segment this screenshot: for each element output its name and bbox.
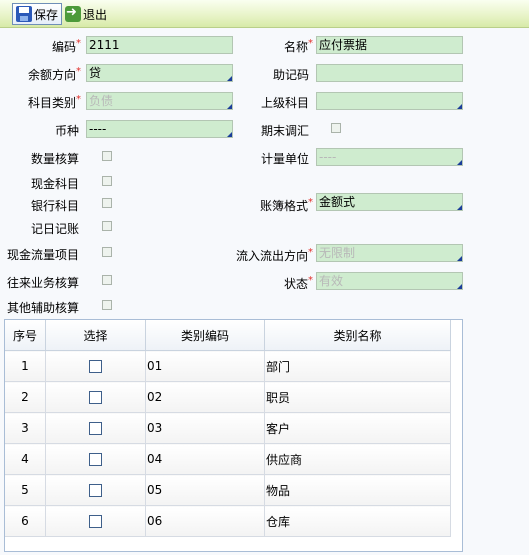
period-end-adjust-label: 期末调汇	[260, 124, 309, 138]
row-no: 5	[5, 474, 46, 506]
row-no: 6	[5, 505, 46, 537]
row-code: 02	[145, 381, 265, 413]
flow-direction-select[interactable]: 无限制	[316, 244, 463, 262]
ledger-format-label: 账簿格式*	[259, 197, 313, 213]
table-row[interactable]: 4 04 供应商	[5, 443, 451, 475]
name-field[interactable]: 应付票据	[316, 36, 463, 54]
subject-type-select[interactable]: 负债	[86, 92, 233, 110]
row-name: 物品	[264, 474, 451, 506]
table-row[interactable]: 3 03 客户	[5, 412, 451, 444]
contact-check-label: 往来业务核算	[6, 276, 79, 290]
unit-label: 计量单位	[260, 152, 309, 166]
table-row[interactable]: 5 05 物品	[5, 474, 451, 506]
row-code: 01	[145, 350, 265, 382]
table-header-row: 序号 选择 类别编码 类别名称	[5, 320, 451, 351]
row-code: 05	[145, 474, 265, 506]
currency-label: 币种	[54, 124, 79, 138]
contact-check-checkbox[interactable]	[102, 275, 112, 285]
table-row[interactable]: 1 01 部门	[5, 350, 451, 382]
name-label: 名称*	[283, 38, 313, 54]
period-end-adjust-checkbox[interactable]	[331, 123, 341, 133]
cashflow-item-checkbox[interactable]	[102, 247, 112, 257]
table-row[interactable]: 2 02 职员	[5, 381, 451, 413]
row-select-cell	[45, 474, 146, 506]
toolbar: 保存 退出	[0, 0, 529, 28]
dropdown-corner-icon	[457, 104, 462, 109]
col-header-name[interactable]: 类别名称	[264, 320, 451, 351]
subject-type-label: 科目类别*	[27, 94, 81, 110]
exit-button[interactable]: 退出	[62, 3, 110, 25]
row-code: 06	[145, 505, 265, 537]
exit-label: 退出	[83, 7, 108, 22]
row-name: 部门	[264, 350, 451, 382]
row-select-checkbox[interactable]	[89, 484, 102, 497]
row-name: 职员	[264, 381, 451, 413]
ledger-format-select[interactable]: 金额式	[316, 193, 463, 211]
cashflow-item-label: 现金流量项目	[6, 248, 79, 262]
row-no: 4	[5, 443, 46, 475]
row-no: 1	[5, 350, 46, 382]
currency-select[interactable]: ----	[86, 120, 233, 138]
mnemonic-label: 助记码	[272, 68, 309, 82]
row-select-cell	[45, 443, 146, 475]
other-aux-checkbox[interactable]	[102, 300, 112, 310]
col-header-no[interactable]: 序号	[5, 320, 46, 351]
row-name: 供应商	[264, 443, 451, 475]
exit-icon	[65, 5, 81, 22]
balance-direction-select[interactable]: 贷	[86, 64, 233, 82]
row-select-checkbox[interactable]	[89, 422, 102, 435]
row-code: 04	[145, 443, 265, 475]
row-select-cell	[45, 381, 146, 413]
mnemonic-field[interactable]	[316, 64, 463, 82]
dropdown-corner-icon	[227, 132, 232, 137]
table-row[interactable]: 6 06 仓库	[5, 505, 451, 537]
cash-subject-checkbox[interactable]	[102, 176, 112, 186]
other-aux-label: 其他辅助核算	[6, 301, 79, 315]
row-no: 3	[5, 412, 46, 444]
row-name: 客户	[264, 412, 451, 444]
parent-subject-select[interactable]	[316, 92, 463, 110]
dropdown-corner-icon	[457, 160, 462, 165]
unit-select[interactable]: ----	[316, 148, 463, 166]
dropdown-corner-icon	[457, 205, 462, 210]
row-select-cell	[45, 505, 146, 537]
category-grid: 序号 选择 类别编码 类别名称 1 01 部门 2 02 职员 3 03 客户 …	[4, 319, 463, 552]
row-name: 仓库	[264, 505, 451, 537]
dropdown-corner-icon	[457, 284, 462, 289]
code-field[interactable]: 2111	[86, 36, 233, 54]
row-select-cell	[45, 412, 146, 444]
flow-direction-label: 流入流出方向*	[235, 247, 313, 263]
daily-journal-label: 记日记账	[30, 222, 79, 236]
row-select-checkbox[interactable]	[89, 453, 102, 466]
save-icon	[16, 6, 32, 22]
row-no: 2	[5, 381, 46, 413]
col-header-code[interactable]: 类别编码	[145, 320, 265, 351]
status-select[interactable]: 有效	[316, 272, 463, 290]
code-label: 编码*	[51, 38, 81, 54]
cash-subject-label: 现金科目	[30, 177, 79, 191]
parent-subject-label: 上级科目	[260, 96, 309, 110]
row-select-checkbox[interactable]	[89, 360, 102, 373]
row-select-checkbox[interactable]	[89, 515, 102, 528]
save-button[interactable]: 保存	[12, 3, 63, 25]
col-header-select[interactable]: 选择	[45, 320, 146, 351]
daily-journal-checkbox[interactable]	[102, 221, 112, 231]
dropdown-corner-icon	[227, 76, 232, 81]
quantity-check-checkbox[interactable]	[102, 151, 112, 161]
dropdown-corner-icon	[457, 256, 462, 261]
save-label: 保存	[34, 7, 59, 22]
bank-subject-label: 银行科目	[30, 199, 79, 213]
category-table: 序号 选择 类别编码 类别名称 1 01 部门 2 02 职员 3 03 客户 …	[5, 320, 451, 537]
quantity-check-label: 数量核算	[30, 152, 79, 166]
bank-subject-checkbox[interactable]	[102, 198, 112, 208]
dropdown-corner-icon	[227, 104, 232, 109]
status-label: 状态*	[283, 275, 313, 291]
balance-direction-label: 余额方向*	[27, 66, 81, 82]
row-code: 03	[145, 412, 265, 444]
row-select-cell	[45, 350, 146, 382]
row-select-checkbox[interactable]	[89, 391, 102, 404]
